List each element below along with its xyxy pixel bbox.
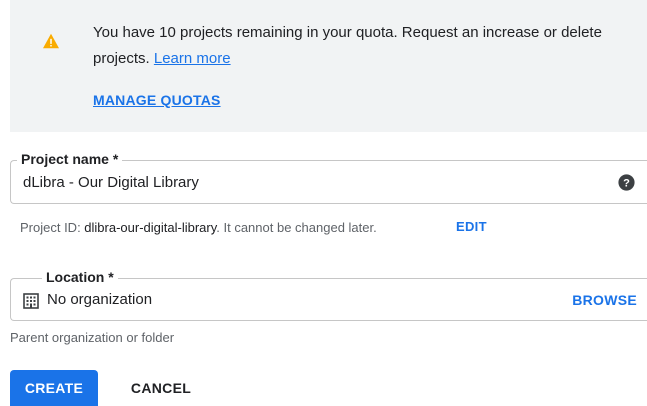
new-project-form: You have 10 projects remaining in your q… [0, 0, 647, 406]
location-field[interactable]: Location * No organization BROWSE [10, 269, 647, 321]
manage-quotas-link[interactable]: MANAGE QUOTAS [93, 92, 221, 108]
project-name-input[interactable]: dLibra - Our Digital Library [23, 174, 199, 191]
location-value: No organization [47, 291, 153, 308]
location-helper-text: Parent organization or folder [10, 330, 175, 345]
project-name-label: Project name * [17, 151, 123, 167]
help-icon[interactable]: ? [618, 174, 635, 191]
cancel-button[interactable]: CANCEL [116, 370, 206, 406]
project-id-prefix: Project ID: [20, 220, 85, 235]
project-name-field[interactable]: Project name * dLibra - Our Digital Libr… [10, 151, 647, 204]
project-id-value: dlibra-our-digital-library [84, 220, 217, 235]
edit-project-id-button[interactable]: EDIT [456, 219, 487, 234]
building-icon [23, 293, 39, 309]
quota-message: You have 10 projects remaining in your q… [93, 20, 633, 72]
create-button[interactable]: CREATE [10, 370, 98, 406]
browse-button[interactable]: BROWSE [572, 292, 637, 308]
quota-banner: You have 10 projects remaining in your q… [10, 0, 647, 132]
project-id-text: Project ID: dlibra-our-digital-library. … [20, 220, 377, 235]
location-label: Location * [42, 269, 118, 285]
svg-text:?: ? [623, 177, 630, 189]
warning-icon [43, 33, 59, 49]
learn-more-link[interactable]: Learn more [154, 50, 231, 67]
project-id-suffix: . It cannot be changed later. [216, 220, 377, 235]
